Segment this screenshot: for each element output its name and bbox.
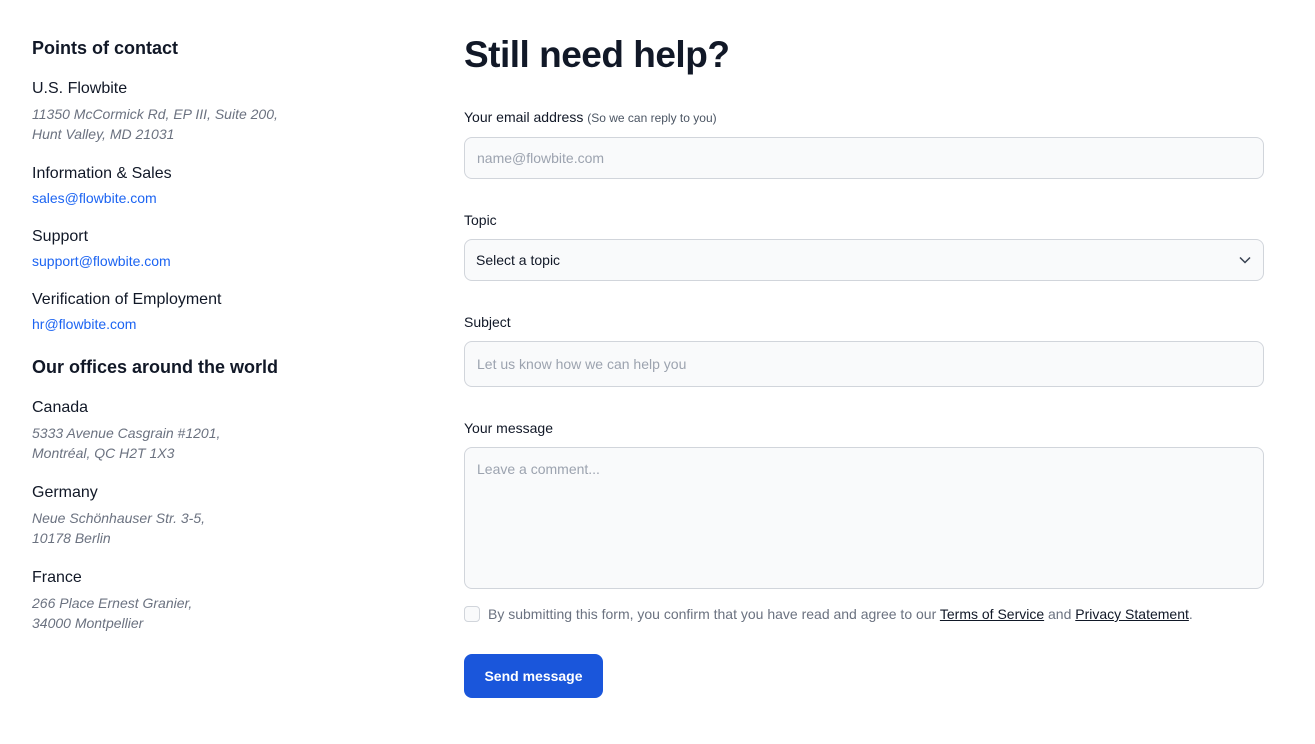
- office-address: Neue Schönhauser Str. 3-5, 10178 Berlin: [32, 510, 206, 546]
- message-label: Your message: [464, 420, 553, 436]
- terms-pre: By submitting this form, you confirm tha…: [488, 606, 937, 622]
- terms-of-service-link[interactable]: Terms of Service: [940, 606, 1044, 622]
- message-textarea[interactable]: Leave a comment...: [464, 447, 1264, 589]
- support-heading: Support: [32, 228, 89, 245]
- chevron-down-icon: [1239, 256, 1251, 264]
- office-name: France: [32, 569, 82, 586]
- email-label-text: Your email address: [464, 109, 584, 125]
- hr-email-link[interactable]: hr@flowbite.com: [32, 315, 412, 333]
- subject-label: Subject: [464, 314, 511, 330]
- email-label: Your email address (So we can reply to y…: [464, 108, 1264, 127]
- office-name: Canada: [32, 399, 89, 416]
- us-office-address: 11350 McCormick Rd, EP III, Suite 200, H…: [32, 106, 278, 142]
- sales-email-link[interactable]: sales@flowbite.com: [32, 189, 412, 207]
- terms-end: .: [1188, 606, 1193, 622]
- email-hint: (So we can reply to you): [587, 111, 717, 125]
- topic-label: Topic: [464, 212, 497, 228]
- hr-heading: Verification of Employment: [32, 291, 222, 308]
- offices-heading: Our offices around the world: [32, 357, 279, 377]
- send-message-button[interactable]: Send message: [464, 654, 603, 698]
- page-title: Still need help?: [464, 34, 730, 75]
- topic-select[interactable]: Select a topic: [464, 239, 1264, 281]
- privacy-statement-link[interactable]: Privacy Statement: [1075, 606, 1189, 622]
- points-of-contact-heading: Points of contact: [32, 38, 179, 58]
- support-email-link[interactable]: support@flowbite.com: [32, 252, 412, 270]
- topic-value: Select a topic: [476, 252, 561, 268]
- contact-info: Points of contact U.S. Flowbite 11350 McC…: [32, 37, 412, 633]
- office-name: Germany: [32, 484, 98, 501]
- terms-text: By submitting this form, you confirm tha…: [488, 606, 1193, 622]
- terms-row: By submitting this form, you confirm tha…: [464, 606, 1264, 622]
- email-input[interactable]: name@flowbite.com: [464, 137, 1264, 179]
- office-address: 5333 Avenue Casgrain #1201, Montréal, QC…: [32, 425, 221, 461]
- terms-and: and: [1048, 606, 1072, 622]
- subject-input[interactable]: Let us know how we can help you: [464, 341, 1264, 387]
- terms-checkbox[interactable]: [464, 606, 480, 622]
- contact-form: Still need help? Your email address (So …: [464, 34, 1264, 698]
- sales-heading: Information & Sales: [32, 165, 172, 182]
- office-address: 266 Place Ernest Granier, 34000 Montpell…: [32, 595, 193, 631]
- us-office-name: U.S. Flowbite: [32, 80, 128, 97]
